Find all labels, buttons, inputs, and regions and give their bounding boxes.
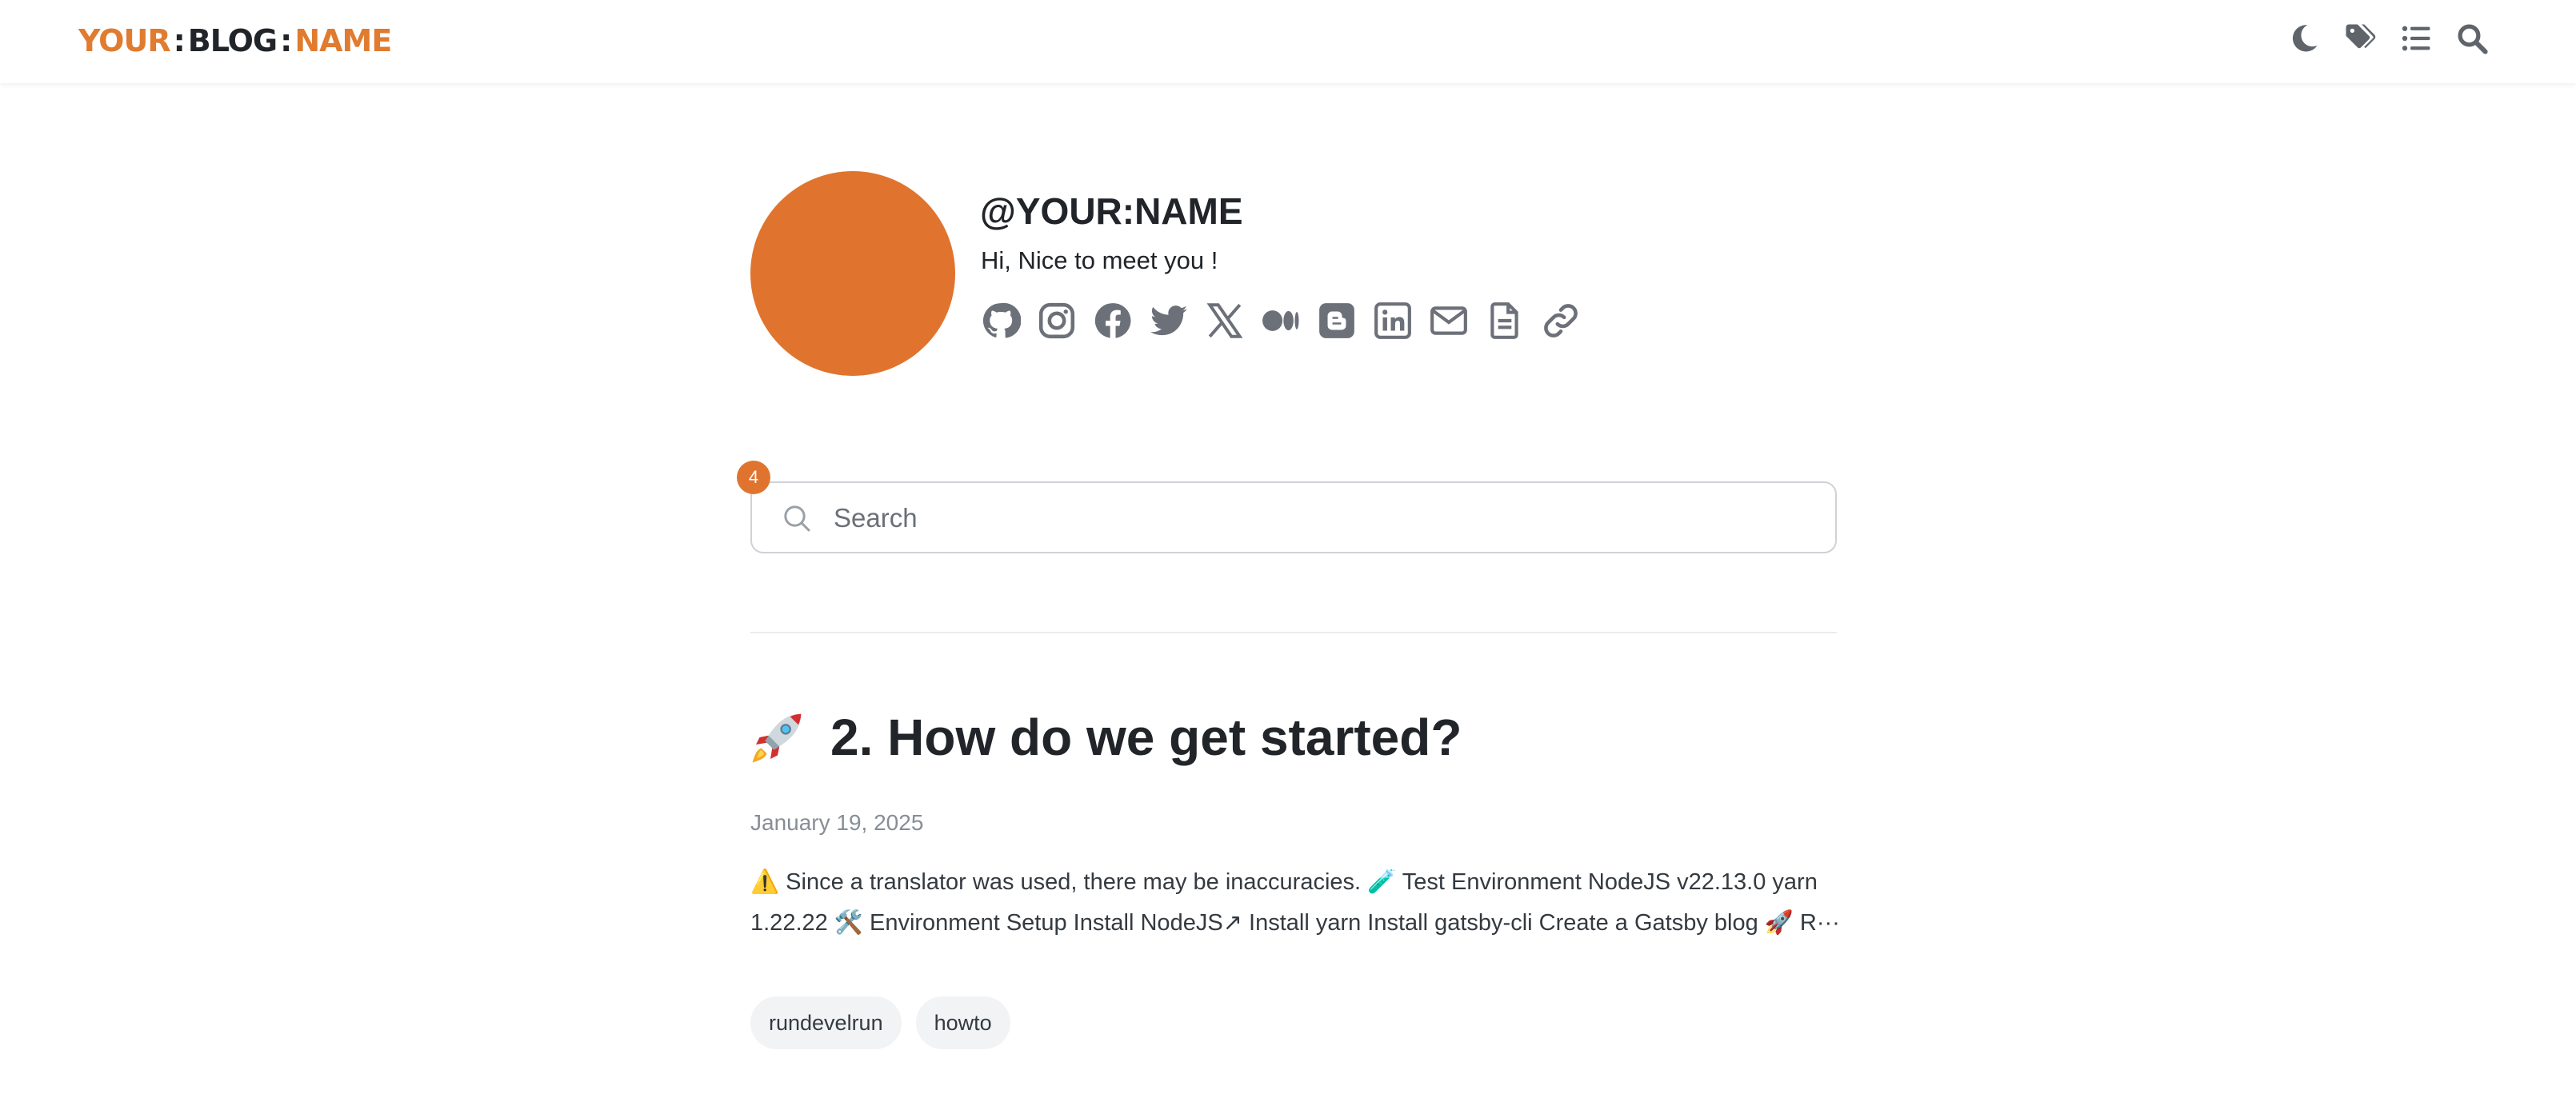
- tags-icon[interactable]: [2342, 21, 2378, 56]
- search-icon[interactable]: [2454, 21, 2490, 56]
- header-actions: [2286, 18, 2490, 59]
- post-count-badge: 4: [737, 461, 770, 494]
- post-excerpt: ⚠️ Since a translator was used, there ma…: [750, 869, 1840, 936]
- logo-part-your: YOUR: [78, 23, 171, 58]
- email-icon[interactable]: [1429, 301, 1469, 341]
- logo-separator: :: [280, 23, 292, 58]
- search-input[interactable]: [832, 494, 1811, 542]
- post-tags: rundevelrun howto: [750, 996, 1010, 1049]
- blog-logo[interactable]: YOUR: BLOG: NAME: [78, 20, 392, 62]
- tag-rundevelrun[interactable]: rundevelrun: [750, 996, 902, 1049]
- search-box: [750, 481, 1837, 553]
- top-header: YOUR: BLOG: NAME: [0, 0, 2576, 83]
- twitter-icon[interactable]: [1149, 301, 1189, 341]
- profile-username: @YOUR:NAME: [980, 190, 1243, 232]
- x-icon[interactable]: [1205, 301, 1245, 341]
- social-links: [981, 301, 1581, 341]
- medium-icon[interactable]: [1261, 301, 1301, 341]
- github-icon[interactable]: [981, 301, 1021, 341]
- tag-howto[interactable]: howto: [915, 996, 1010, 1049]
- document-icon[interactable]: [1485, 301, 1525, 341]
- logo-part-blog: BLOG: [187, 23, 278, 58]
- logo-separator: :: [173, 23, 186, 58]
- post-title: 2. How do we get started?: [830, 709, 1462, 766]
- link-icon[interactable]: [1541, 301, 1581, 341]
- divider: [750, 632, 1837, 633]
- post-date: January 19, 2025: [750, 810, 924, 835]
- logo-part-name: NAME: [294, 23, 392, 58]
- blogger-icon[interactable]: [1317, 301, 1357, 341]
- post-title-link[interactable]: 2. How do we get started?: [749, 708, 1462, 767]
- facebook-icon[interactable]: [1093, 301, 1133, 341]
- moon-icon[interactable]: [2286, 21, 2322, 56]
- avatar: [750, 171, 955, 376]
- profile-bio: Hi, Nice to meet you !: [981, 246, 1218, 274]
- search-icon: [781, 502, 813, 534]
- linkedin-icon[interactable]: [1373, 301, 1413, 341]
- list-icon[interactable]: [2398, 21, 2434, 56]
- rocket-icon: [749, 709, 806, 766]
- instagram-icon[interactable]: [1037, 301, 1077, 341]
